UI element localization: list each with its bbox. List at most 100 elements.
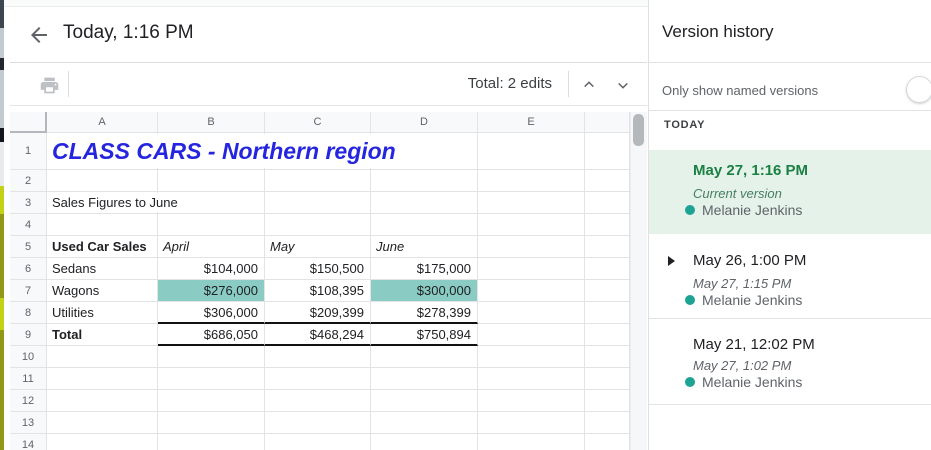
cell-E4 — [478, 214, 585, 236]
cell-A12 — [47, 390, 158, 412]
version-author-row: Melanie Jenkins — [685, 292, 802, 308]
back-button[interactable] — [25, 21, 53, 49]
cell-D3 — [371, 192, 478, 214]
cell-F1 — [585, 133, 630, 170]
cell-B7 — [158, 280, 265, 302]
row-header-11: 11 — [10, 368, 47, 390]
version-item-1[interactable]: May 27, 1:16 PMCurrent versionMelanie Je… — [649, 150, 931, 234]
column-header-C: C — [265, 112, 371, 133]
cell-F4 — [585, 214, 630, 236]
version-subtitle: Current version — [693, 186, 782, 201]
author-dot-icon — [685, 205, 695, 215]
cell-E6 — [478, 258, 585, 280]
previous-edit-button[interactable] — [576, 72, 602, 98]
row-header-14: 14 — [10, 434, 47, 450]
row-header-2: 2 — [10, 170, 47, 192]
spreadsheet-preview: ABCDE1234567891011121314CLASS CARS - Nor… — [10, 112, 630, 450]
cell-C5 — [265, 236, 371, 258]
cell-E12 — [478, 390, 585, 412]
toolbar-divider — [68, 71, 69, 97]
column-header-E: E — [478, 112, 585, 133]
cell-E1 — [478, 133, 585, 170]
version-divider — [649, 318, 931, 319]
cell-A3 — [47, 192, 158, 214]
row-header-8: 8 — [10, 302, 47, 324]
cell-E8 — [478, 302, 585, 324]
column-header-B: B — [158, 112, 265, 133]
cell-F10 — [585, 346, 630, 368]
column-header-A: A — [47, 112, 158, 133]
cell-C2 — [265, 170, 371, 192]
chevron-up-icon — [581, 77, 597, 93]
cell-B2 — [158, 170, 265, 192]
cell-D11 — [371, 368, 478, 390]
cell-C8 — [265, 302, 371, 324]
cell-C7 — [265, 280, 371, 302]
cell-A5 — [47, 236, 158, 258]
cell-C1 — [265, 133, 371, 170]
row-header-3: 3 — [10, 192, 47, 214]
cell-A7 — [47, 280, 158, 302]
cell-F6 — [585, 258, 630, 280]
cell-F7 — [585, 280, 630, 302]
cell-B3 — [158, 192, 265, 214]
cell-E14 — [478, 434, 585, 450]
vertical-scrollbar[interactable] — [630, 112, 647, 450]
cell-A4 — [47, 214, 158, 236]
cell-E5 — [478, 236, 585, 258]
version-author-row: Melanie Jenkins — [685, 374, 802, 390]
print-icon — [39, 75, 60, 96]
cell-B4 — [158, 214, 265, 236]
version-subtitle: May 27, 1:15 PM — [693, 276, 791, 291]
cell-D10 — [371, 346, 478, 368]
version-title: May 26, 1:00 PM — [693, 252, 806, 269]
toolbar-divider-2 — [568, 71, 569, 97]
panel-title: Version history — [662, 22, 774, 42]
version-item-3[interactable]: May 21, 12:02 PMMay 27, 1:02 PMMelanie J… — [649, 328, 931, 404]
cell-D7 — [371, 280, 478, 302]
next-edit-button[interactable] — [610, 72, 636, 98]
cell-A13 — [47, 412, 158, 434]
cell-F5 — [585, 236, 630, 258]
cell-C13 — [265, 412, 371, 434]
cell-C11 — [265, 368, 371, 390]
panel-divider — [649, 110, 931, 111]
cell-F3 — [585, 192, 630, 214]
cell-B1 — [158, 133, 265, 170]
cell-D13 — [371, 412, 478, 434]
cell-D8 — [371, 302, 478, 324]
cell-B8 — [158, 302, 265, 324]
cell-E9 — [478, 324, 585, 346]
author-name: Melanie Jenkins — [702, 292, 802, 308]
author-name: Melanie Jenkins — [702, 374, 802, 390]
row-header-1: 1 — [10, 133, 47, 170]
scrollbar-thumb[interactable] — [633, 114, 644, 146]
row-header-12: 12 — [10, 390, 47, 412]
named-versions-toggle[interactable] — [906, 76, 931, 103]
cell-D6 — [371, 258, 478, 280]
chevron-down-icon — [615, 77, 631, 93]
column-header-D: D — [371, 112, 478, 133]
cell-B9 — [158, 324, 265, 346]
cell-C4 — [265, 214, 371, 236]
cell-A1 — [47, 133, 158, 170]
cell-A11 — [47, 368, 158, 390]
expand-arrow-icon[interactable] — [668, 256, 675, 266]
cell-A2 — [47, 170, 158, 192]
cell-E10 — [478, 346, 585, 368]
version-title: May 27, 1:16 PM — [693, 162, 808, 179]
cell-B14 — [158, 434, 265, 450]
author-dot-icon — [685, 377, 695, 387]
window-edge-artifact — [0, 0, 4, 450]
cell-C6 — [265, 258, 371, 280]
cell-C9 — [265, 324, 371, 346]
cell-D1 — [371, 133, 478, 170]
print-button[interactable] — [36, 72, 62, 98]
cell-A6 — [47, 258, 158, 280]
version-item-2[interactable]: May 26, 1:00 PM May 27, 1:15 PMMelanie Je… — [649, 244, 931, 318]
author-dot-icon — [685, 295, 695, 305]
version-subtitle: May 27, 1:02 PM — [693, 358, 791, 373]
cell-F2 — [585, 170, 630, 192]
row-header-7: 7 — [10, 280, 47, 302]
version-history-screen: Today, 1:16 PM Total: 2 edits ABCDE12345… — [0, 0, 931, 450]
